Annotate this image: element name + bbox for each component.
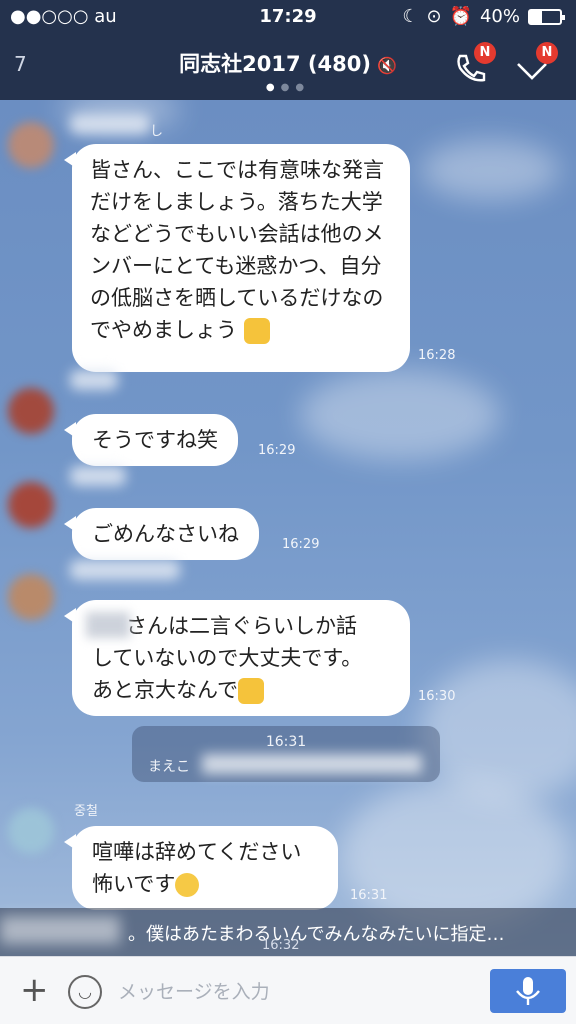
preview-text: 。僕はあたまわるいんでみんなみたいに指定… [128, 924, 505, 945]
chat-header: 7 同志社2017 (480) 🔇 ●●● N N [0, 34, 576, 100]
input-bar: + ◡ [0, 956, 576, 1024]
message-time: 16:29 [258, 443, 296, 458]
chat-title-text: 同志社2017 (480) [179, 52, 371, 76]
menu-badge: N [536, 42, 558, 64]
plus-icon[interactable]: + [20, 973, 49, 1007]
call-badge: N [474, 42, 496, 64]
redacted-name [70, 114, 150, 134]
message-bubble[interactable]: そうですね笑 [64, 414, 238, 466]
cloud [420, 660, 576, 800]
avatar[interactable] [8, 122, 54, 168]
message-time: 16:28 [418, 348, 456, 363]
alarm-icon: ⏰ [449, 6, 472, 27]
message-line-text: あと京大なんで [92, 678, 238, 702]
cloud [300, 370, 500, 460]
emoji-icon[interactable]: ◡ [68, 975, 102, 1009]
message-bubble[interactable]: 喧嘩は辞めてください 怖いです [64, 826, 338, 910]
message-line: さんは二言ぐらいしか話 [126, 614, 357, 638]
message-input[interactable] [118, 971, 474, 1013]
new-message-preview[interactable]: 。僕はあたまわるいんでみんなみたいに指定… 16:32 [0, 908, 576, 956]
battery-icon [528, 8, 565, 25]
message-bubble[interactable]: 皆さん、ここでは有意味な発言だけをしましょう。落ちた大学などどうでもいい会話は他… [64, 144, 410, 372]
menu-button[interactable]: N [512, 42, 558, 88]
call-button[interactable]: N [450, 42, 496, 88]
avatar[interactable] [8, 482, 54, 528]
message-line-text: 怖いです [92, 872, 176, 896]
notice-text: まえこ [148, 759, 190, 775]
message-time: 16:31 [350, 888, 388, 903]
thumbs-up-icon [243, 318, 270, 344]
battery-percent: 40% [479, 6, 520, 27]
battery-fill [530, 10, 542, 23]
message-line: あと京大なんで [92, 674, 390, 706]
microphone-icon [516, 977, 540, 1005]
message-text: ごめんなさいね [92, 522, 239, 546]
redacted-name [70, 560, 180, 580]
sender-name: し [150, 124, 164, 139]
redacted-text [0, 916, 120, 944]
message-line: 怖いです [92, 868, 318, 900]
status-bar: ●●○○○ au 17:29 ☾ ⊙ ⏰ 40% [0, 0, 576, 34]
preview-time: 16:32 [262, 938, 300, 953]
cloud [420, 140, 560, 200]
thumbs-up-icon [237, 678, 264, 704]
message-line: 喧嘩は辞めてください [92, 840, 302, 864]
mic-button[interactable] [490, 969, 566, 1013]
chat-area[interactable]: し 皆さん、ここでは有意味な発言だけをしましょう。落ちた大学などどうでもいい会話… [0, 100, 576, 956]
message-line: していないので大丈夫です。 [92, 646, 363, 670]
message-bubble[interactable]: さんは二言ぐらいしか話 していないので大丈夫です。 あと京大なんで [64, 600, 410, 716]
redacted-name [70, 370, 118, 390]
message-time: 16:30 [418, 689, 456, 704]
notice-time: 16:31 [265, 734, 307, 750]
message-text: そうですね笑 [92, 428, 218, 452]
system-notice[interactable]: 16:31 まえこ [132, 726, 440, 782]
message-bubble[interactable]: ごめんなさいね [64, 508, 259, 560]
message-text-block: さんは二言ぐらいしか話 していないので大丈夫です。 あと京大なんで [86, 610, 390, 706]
sender-name: 중철 [74, 804, 98, 819]
message-text: 皆さん、ここでは有意味な発言だけをしましょう。落ちた大学などどうでもいい会話は他… [90, 158, 384, 342]
orientation-lock-icon: ⊙ [426, 6, 442, 27]
redacted-text [202, 754, 422, 774]
status-right: ☾ ⊙ ⏰ 40% [402, 6, 565, 27]
moon-icon: ☾ [402, 6, 419, 27]
crying-face-icon [175, 873, 200, 897]
avatar[interactable] [8, 574, 54, 620]
message-time: 16:29 [282, 537, 320, 552]
redacted-text [86, 612, 130, 638]
mute-icon: 🔇 [376, 56, 397, 75]
avatar[interactable] [8, 808, 54, 854]
redacted-name [70, 466, 126, 486]
avatar[interactable] [8, 388, 54, 434]
